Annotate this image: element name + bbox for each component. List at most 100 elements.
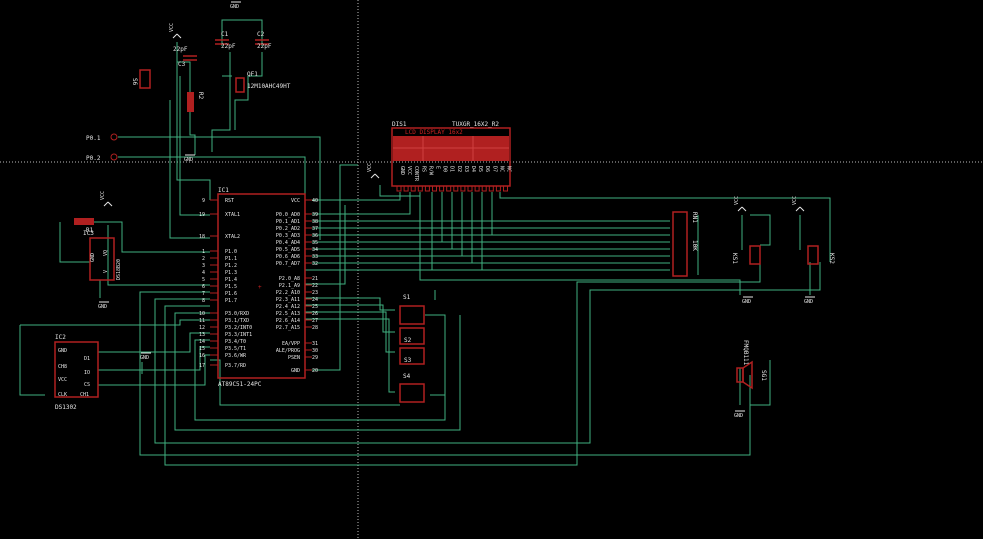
lcd-pin-name-8: D2	[456, 166, 462, 172]
ic1-pin-name-39: P0.0_AD0	[276, 212, 300, 218]
schematic-canvas[interactable]: IC1 AT89C51-24PC 9 RST 19 XTAL1 18 XTAL2 1 P1.0…	[0, 0, 983, 539]
svg-text:VCC: VCC	[100, 191, 106, 200]
lcd-pin-name-13: D7	[491, 166, 497, 172]
s6-ref: S6	[131, 78, 138, 86]
vcc-symbol-4: VCC	[367, 163, 380, 179]
ic1-pin-num-25: 25	[312, 304, 318, 310]
ic1-pin-num-12: 12	[199, 325, 205, 331]
relay-ks2[interactable]: KS2	[807, 245, 835, 265]
ic1-ref: IC1	[218, 187, 229, 194]
lcd-pin-name-12: D6	[484, 166, 490, 172]
ic2-pin-right-0: D1	[84, 356, 90, 362]
ic1-pin-name-6: P1.5	[225, 284, 237, 290]
net-label-p0-1[interactable]: P0.1	[86, 133, 118, 142]
ic2-pin-right-3: CH1	[80, 392, 89, 398]
ic2-pin-left-3: CLK	[58, 392, 67, 398]
ic2-pin-left-1: CH8	[58, 364, 67, 370]
ic1-pin-name-38: P0.1_AD1	[276, 219, 300, 225]
ic1-pin-num-40: 40	[312, 198, 318, 204]
display-ref: DIS1	[392, 121, 407, 128]
ic1-pin-name-33: P0.6_AD6	[276, 254, 300, 260]
buzzer-part: FMQB111	[742, 340, 749, 366]
ic1-center-mark: +	[258, 284, 262, 291]
gnd-symbol-4: GND	[804, 296, 815, 305]
ic1-pin-num-37: 37	[312, 226, 318, 232]
crystal-qf1[interactable]: QF1 12M10AHC49HT	[235, 71, 291, 93]
ic1-pin-name-2: P1.1	[225, 256, 237, 262]
ic1-pin-name-22: P2.1_A9	[279, 283, 300, 289]
ic1-pin-num-32: 32	[312, 261, 318, 267]
c2-value: 22pF	[257, 43, 272, 50]
ic1-pin-num-30: 30	[312, 348, 318, 354]
ic1-pin-name-1: P1.0	[225, 249, 237, 255]
relay-ks1[interactable]: KS1	[731, 245, 761, 265]
ic1-pin-name-5: P1.4	[225, 277, 237, 283]
c1-ref: C1	[221, 31, 229, 38]
svg-text:GND: GND	[734, 413, 743, 419]
crystal-value: 12M10AHC49HT	[247, 83, 291, 90]
ic1-pin-name-10: P3.0/RXD	[225, 311, 249, 317]
vcc-symbol-0: VCC	[169, 23, 182, 39]
ic1-pin-num-26: 26	[312, 311, 318, 317]
display-header: LCD DISPLAY 16x2	[405, 129, 463, 136]
gnd-symbol-1: GND	[184, 154, 195, 163]
ic1-pin-name-37: P0.2_AD2	[276, 226, 300, 232]
gnd-symbol-0: GND	[230, 1, 241, 10]
ic1-pin-num-6: 6	[202, 284, 205, 290]
ic1-pin-name-8: P1.7	[225, 298, 237, 304]
r2-label: R2	[197, 92, 204, 100]
capacitor-c2[interactable]: C2 22pF	[255, 31, 272, 50]
ic1-pin-num-11: 11	[199, 318, 205, 324]
s3-ref: S3	[404, 357, 412, 364]
ic1-pin-name-25: P2.4_A12	[276, 304, 300, 310]
ic1-pin-name-26: P2.5_A13	[276, 311, 300, 317]
switch-s4[interactable]: S4	[399, 373, 425, 403]
ic1-pin-num-39: 39	[312, 212, 318, 218]
ic1-pin-num-21: 21	[312, 276, 318, 282]
ic1-pin-name-27: P2.6_A14	[276, 318, 300, 324]
lcd-pin-name-9: D3	[463, 166, 469, 172]
capacitor-c1[interactable]: C1 22pF	[215, 31, 236, 50]
resistor-network-rn1[interactable]: RN1 10K	[672, 211, 698, 277]
ic2-rtc[interactable]: IC2 DS1302 GND CH8 VCC CLK D1 IO CS CH1	[54, 334, 99, 411]
ic1-pin-name-30: ALE/PROG	[276, 348, 300, 354]
switch-s3[interactable]: S3	[399, 347, 425, 365]
svg-text:VCC: VCC	[734, 196, 740, 205]
ic1-pin-num-17: 17	[199, 363, 205, 369]
resistor-r2[interactable]: R2	[187, 92, 204, 112]
ic2-pin-left-0: GND	[58, 348, 67, 354]
ic1-pin-num-13: 13	[199, 332, 205, 338]
svg-text:VCC: VCC	[792, 196, 798, 205]
ic1-pin-name-13: P3.3/INT1	[225, 332, 252, 338]
ic3-part: DS18B20	[116, 259, 122, 280]
lcd-pin-name-7: D1	[449, 166, 455, 172]
switch-s6[interactable]: S6	[131, 69, 151, 89]
ic1-pin-name-32: P0.7_AD7	[276, 261, 300, 267]
ic1-pin-num-18: 18	[199, 234, 205, 240]
ic1-pin-name-21: P2.0_A8	[279, 276, 300, 282]
ic1-pin-name-11: P3.1/TXD	[225, 318, 249, 324]
gnd-symbol-6: GND	[140, 352, 151, 361]
svg-text:GND: GND	[230, 4, 239, 10]
ic1-pin-name-3: P1.2	[225, 263, 237, 269]
switch-s1[interactable]: S1	[399, 294, 425, 325]
ic1-pin-num-27: 27	[312, 318, 318, 324]
switch-s2[interactable]: S2	[399, 327, 425, 345]
ic1-microcontroller[interactable]: IC1 AT89C51-24PC 9 RST 19 XTAL1 18 XTAL2 1 P1.0…	[199, 187, 318, 388]
svg-text:GND: GND	[742, 299, 751, 305]
ic1-pin-num-34: 34	[312, 247, 318, 253]
ic3-temp-sensor[interactable]: IC3 GND VQ V DS18B20	[83, 230, 122, 281]
ic1-pin-num-36: 36	[312, 233, 318, 239]
net-label-p0-2[interactable]: P0.2	[86, 153, 118, 162]
ic1-pin-num-29: 29	[312, 355, 318, 361]
ic1-pin-name-34: P0.5_AD5	[276, 247, 300, 253]
ic1-pin-num-8: 8	[202, 298, 205, 304]
ic1-pin-name-31: EA/VPP	[282, 341, 300, 347]
ic1-pin-num-33: 33	[312, 254, 318, 260]
buzzer-sg1[interactable]: FMQB111 SG1	[736, 340, 767, 390]
wires[interactable]	[19, 19, 831, 466]
lcd-pin-name-14: NC	[498, 166, 504, 172]
ic1-pin-num-7: 7	[202, 291, 205, 297]
lcd-display[interactable]: DIS1 TUXGR_16X2_R2 LCD DISPLAY 16x2 GND V…	[391, 121, 512, 192]
ks2-ref: KS2	[828, 253, 835, 264]
